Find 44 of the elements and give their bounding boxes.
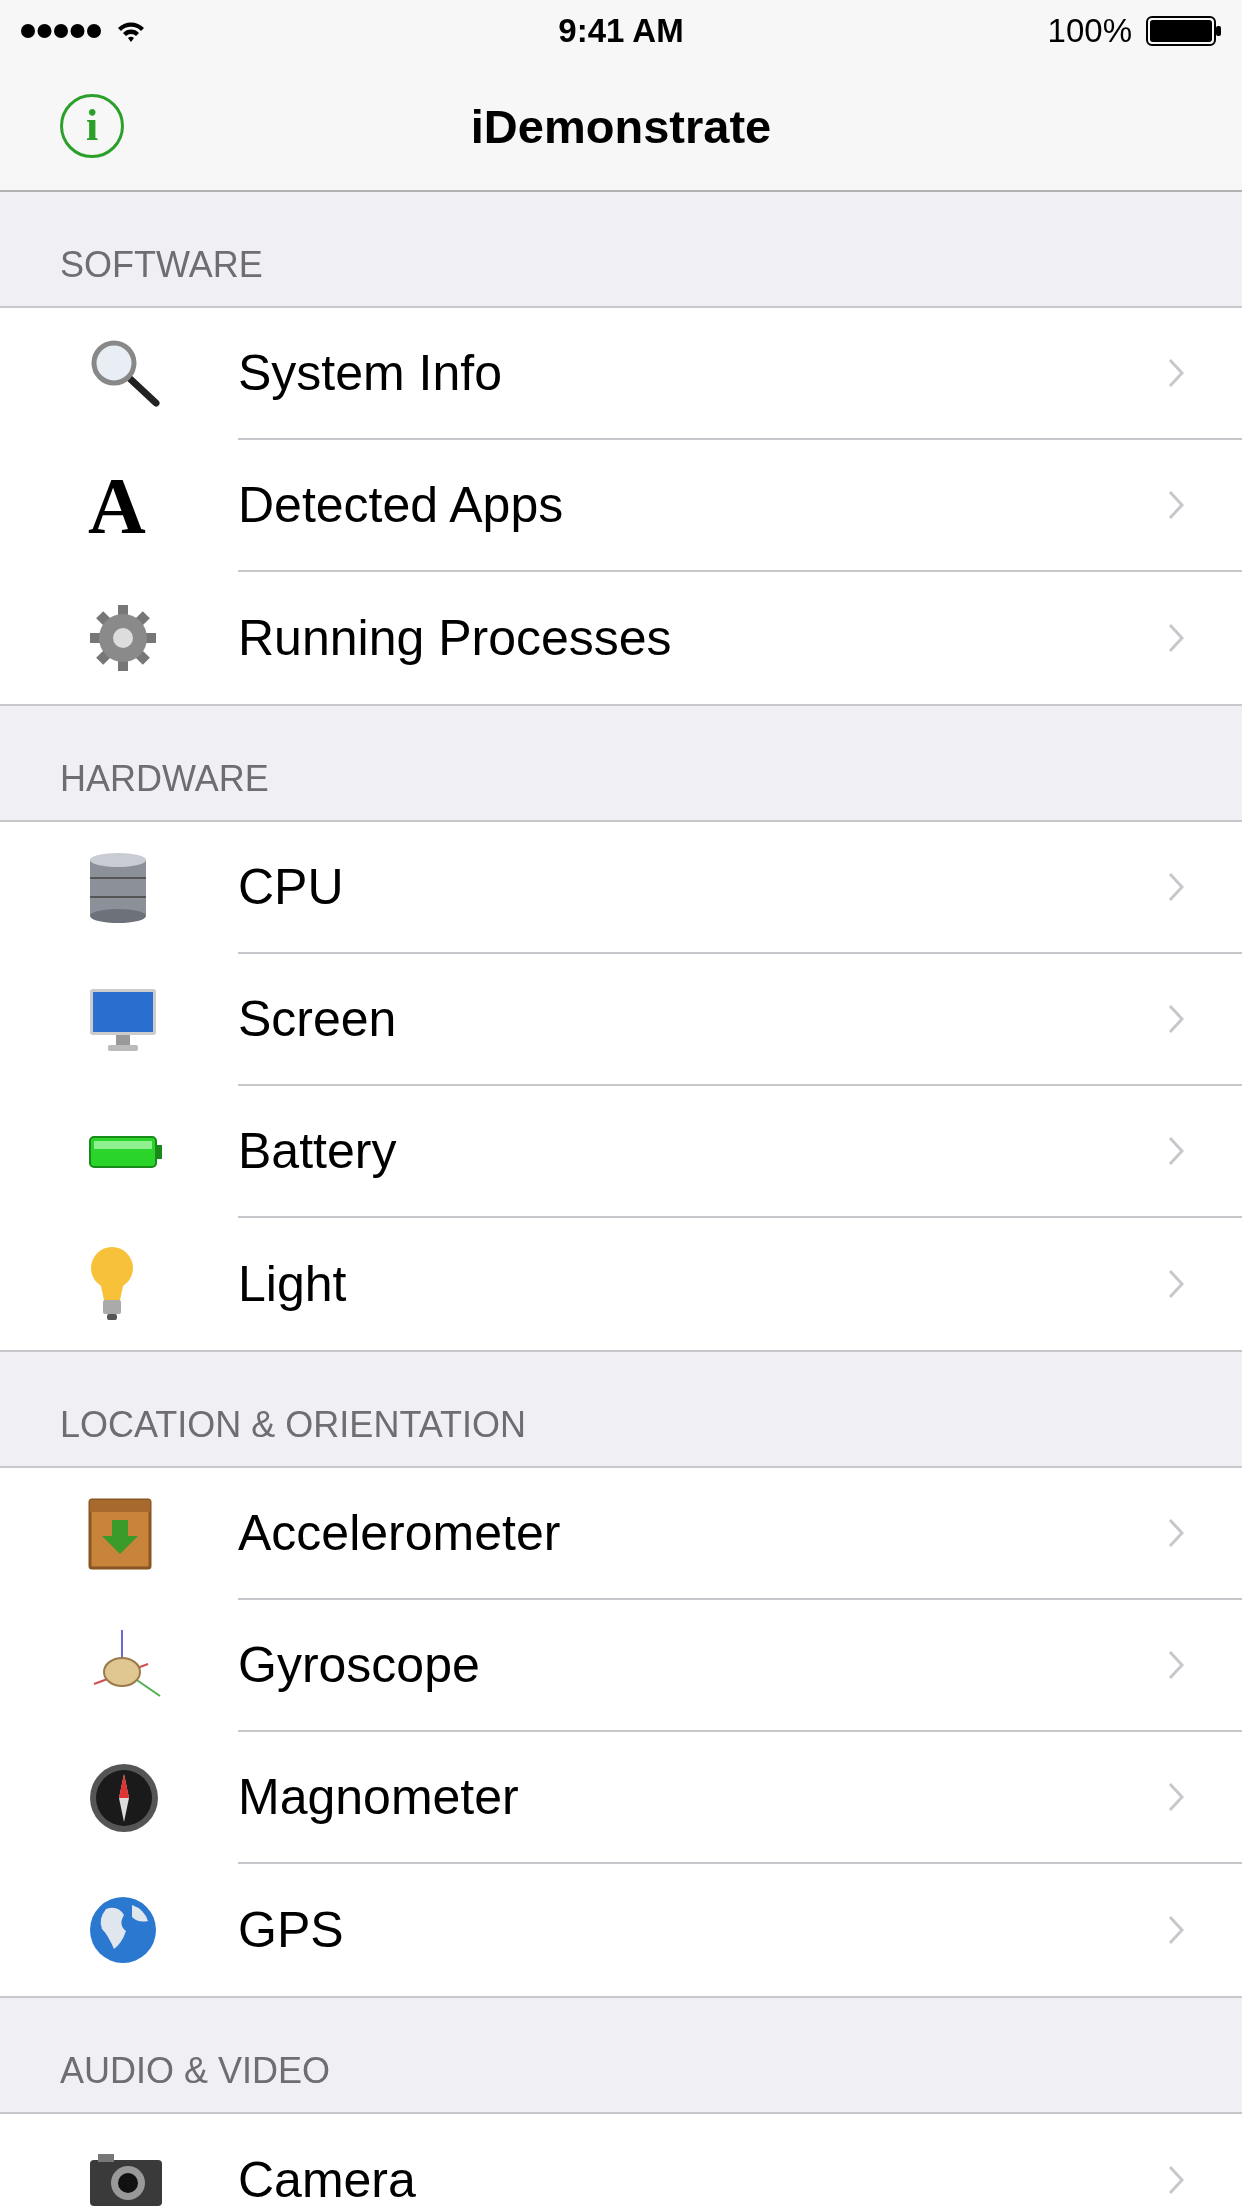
row-label: Battery <box>238 1122 397 1180</box>
chevron-icon <box>1168 1915 1184 1945</box>
chevron-icon <box>1168 1269 1184 1299</box>
compass-icon <box>88 1762 160 1834</box>
row-label: Light <box>238 1255 347 1313</box>
chevron-icon <box>1168 1136 1184 1166</box>
chevron-icon <box>1168 1650 1184 1680</box>
section-title: HARDWARE <box>60 758 269 800</box>
chevron-icon <box>1168 358 1184 388</box>
row-label: Magnometer <box>238 1768 519 1826</box>
chevron-icon <box>1168 1518 1184 1548</box>
database-icon <box>88 852 148 924</box>
row-label: CPU <box>238 858 344 916</box>
row-label: Detected Apps <box>238 476 564 534</box>
battery-icon <box>88 1135 164 1169</box>
row-label: Accelerometer <box>238 1504 561 1562</box>
row-label: Gyroscope <box>238 1636 480 1694</box>
gear-icon <box>88 603 158 673</box>
camera-icon <box>88 2152 164 2208</box>
chevron-icon <box>1168 623 1184 653</box>
chevron-icon <box>1168 2165 1184 2195</box>
signal-icon <box>20 23 102 39</box>
section-title: AUDIO & VIDEO <box>60 2050 331 2092</box>
row-label: Running Processes <box>238 609 672 667</box>
section-title: LOCATION & ORIENTATION <box>60 1404 527 1446</box>
row-label: GPS <box>238 1901 344 1959</box>
row-label: System Info <box>238 344 502 402</box>
monitor-icon <box>88 987 158 1053</box>
wifi-icon <box>116 19 146 43</box>
nav-title: iDemonstrate <box>470 98 772 154</box>
section-title: SOFTWARE <box>60 244 263 286</box>
crate-icon <box>88 1498 152 1570</box>
chevron-icon <box>1168 1004 1184 1034</box>
battery-icon <box>1146 16 1222 46</box>
light-bulb-icon <box>88 1246 136 1322</box>
chevron-icon <box>1168 490 1184 520</box>
chevron-icon <box>1168 1782 1184 1812</box>
letter-icon: A <box>88 466 146 546</box>
status-time: 9:41 AM <box>558 12 684 50</box>
globe-icon <box>88 1895 158 1965</box>
chevron-icon <box>1168 872 1184 902</box>
row-label: Camera <box>238 2151 416 2208</box>
battery-percent: 100% <box>1047 12 1132 50</box>
row-label: Screen <box>238 990 397 1048</box>
